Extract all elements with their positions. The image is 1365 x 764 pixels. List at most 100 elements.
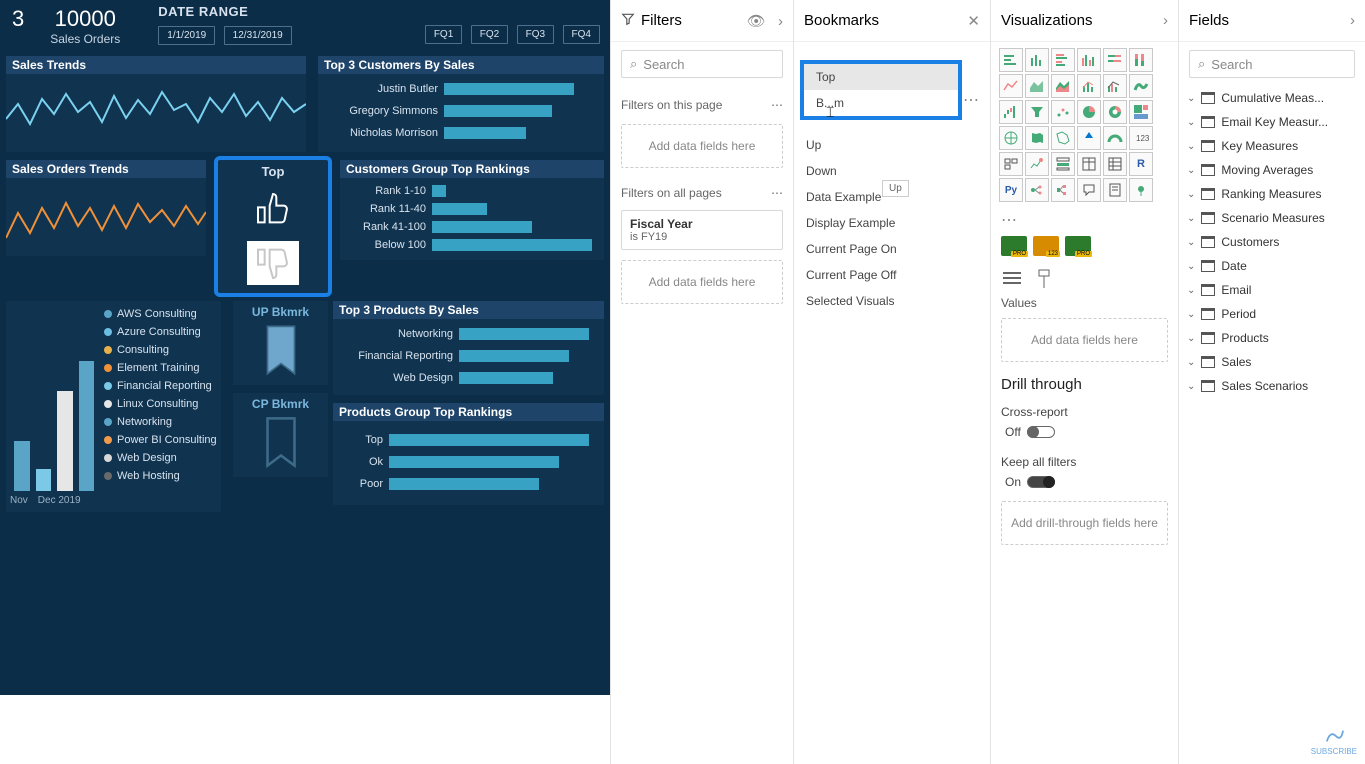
bookmark-popup-item-top[interactable]: Top ⌶: [804, 64, 958, 90]
bookmark-item-up[interactable]: Up: [794, 132, 990, 158]
chevron-right-icon[interactable]: ›: [1350, 12, 1355, 29]
fields-tool-icon[interactable]: [1001, 268, 1023, 290]
slicer-icon[interactable]: [1051, 152, 1075, 176]
cp-bookmark-button[interactable]: CP Bkmrk: [233, 393, 328, 477]
bookmark-item-current-page-off[interactable]: Current Page Off: [794, 262, 990, 288]
filters-page-well[interactable]: Add data fields here: [621, 124, 783, 168]
line-column-icon[interactable]: [1077, 74, 1101, 98]
top3-customers-chart[interactable]: Justin Butler Gregory Simmons Nicholas M…: [318, 74, 604, 144]
pie-icon[interactable]: [1077, 100, 1101, 124]
report-canvas[interactable]: 3 10000 Sales Orders DATE RANGE 1/1/2019…: [0, 0, 610, 695]
field-table-9[interactable]: ⌄Period: [1179, 302, 1365, 326]
field-table-3[interactable]: ⌄Moving Averages: [1179, 158, 1365, 182]
values-well[interactable]: Add data fields here: [1001, 318, 1168, 362]
decomposition-icon[interactable]: [1051, 178, 1075, 202]
area-chart-icon[interactable]: [1025, 74, 1049, 98]
cross-report-toggle[interactable]: Off: [991, 421, 1178, 447]
ribbon-chart-icon[interactable]: [1129, 74, 1153, 98]
field-table-1[interactable]: ⌄Email Key Measur...: [1179, 110, 1365, 134]
format-tool-icon[interactable]: [1033, 268, 1055, 290]
eye-icon[interactable]: 👁: [747, 13, 766, 30]
table-icon[interactable]: [1077, 152, 1101, 176]
azure-map-icon[interactable]: [1077, 126, 1101, 150]
hundred-bar-icon[interactable]: [1103, 48, 1127, 72]
map-icon[interactable]: [999, 126, 1023, 150]
donut-icon[interactable]: [1103, 100, 1127, 124]
more-visuals-icon[interactable]: ⋯: [991, 208, 1178, 232]
clustered-column-icon[interactable]: [1077, 48, 1101, 72]
arcgis-icon[interactable]: [1129, 178, 1153, 202]
close-icon[interactable]: ✕: [967, 12, 980, 30]
fields-search-input[interactable]: ⌕ Search: [1189, 50, 1355, 78]
waterfall-icon[interactable]: [999, 100, 1023, 124]
scatter-icon[interactable]: [1051, 100, 1075, 124]
bar-label: Web Design: [341, 372, 459, 384]
filled-map-icon[interactable]: [1025, 126, 1049, 150]
qa-visual-icon[interactable]: [1077, 178, 1101, 202]
fq2-chip[interactable]: FQ2: [471, 25, 508, 44]
more-icon[interactable]: ⋯: [963, 90, 980, 110]
more-icon[interactable]: ⋯: [771, 98, 783, 112]
bookmark-item-selected-visuals[interactable]: Selected Visuals: [794, 288, 990, 314]
bookmark-item-display-example[interactable]: Display Example: [794, 210, 990, 236]
prod-rank-chart[interactable]: Top Ok Poor: [333, 421, 604, 505]
stacked-column-chart[interactable]: Nov Dec 2019: [6, 301, 94, 506]
field-table-7[interactable]: ⌄Date: [1179, 254, 1365, 278]
top3-products-chart[interactable]: Networking Financial Reporting Web Desig…: [333, 319, 604, 395]
chevron-right-icon[interactable]: ›: [1163, 12, 1168, 29]
pro-visual-3-icon[interactable]: PRO: [1065, 236, 1091, 256]
more-icon[interactable]: ⋯: [771, 186, 783, 200]
key-influencers-icon[interactable]: [1025, 178, 1049, 202]
kpi-icon[interactable]: [1025, 152, 1049, 176]
hundred-column-icon[interactable]: [1129, 48, 1153, 72]
drill-through-well[interactable]: Add drill-through fields here: [1001, 501, 1168, 545]
up-bookmark-button[interactable]: UP Bkmrk: [233, 301, 328, 385]
sales-orders-trends-chart[interactable]: [6, 178, 206, 256]
date-start-chip[interactable]: 1/1/2019: [158, 26, 215, 45]
bar-label: Rank 41-100: [348, 221, 432, 233]
prod-rank-title: Products Group Top Rankings: [333, 403, 604, 421]
stacked-bar-icon[interactable]: [999, 48, 1023, 72]
stacked-column-icon[interactable]: [1025, 48, 1049, 72]
line-chart-icon[interactable]: [999, 74, 1023, 98]
pro-visual-2-icon[interactable]: 123: [1033, 236, 1059, 256]
date-end-chip[interactable]: 12/31/2019: [224, 26, 292, 45]
bookmark-item-current-page-on[interactable]: Current Page On: [794, 236, 990, 262]
line-clustered-icon[interactable]: [1103, 74, 1127, 98]
field-table-0[interactable]: ⌄Cumulative Meas...: [1179, 86, 1365, 110]
filter-card-fiscal-year[interactable]: Fiscal Year is FY19: [621, 210, 783, 250]
field-table-6[interactable]: ⌄Customers: [1179, 230, 1365, 254]
top-bookmark-button[interactable]: Top: [218, 160, 328, 293]
fq1-chip[interactable]: FQ1: [425, 25, 462, 44]
pro-visual-1-icon[interactable]: PRO: [1001, 236, 1027, 256]
paginated-icon[interactable]: [1103, 178, 1127, 202]
r-visual-icon[interactable]: R: [1129, 152, 1153, 176]
matrix-icon[interactable]: [1103, 152, 1127, 176]
shape-map-icon[interactable]: [1051, 126, 1075, 150]
clustered-bar-icon[interactable]: [1051, 48, 1075, 72]
chevron-down-icon: ⌄: [1187, 237, 1195, 248]
filters-search-input[interactable]: ⌕ Search: [621, 50, 783, 78]
gauge-icon[interactable]: [1103, 126, 1127, 150]
card-icon[interactable]: 123: [1129, 126, 1153, 150]
python-visual-icon[interactable]: Py: [999, 178, 1023, 202]
fq3-chip[interactable]: FQ3: [517, 25, 554, 44]
fq4-chip[interactable]: FQ4: [563, 25, 600, 44]
chevron-right-icon[interactable]: ›: [778, 13, 783, 30]
filters-all-well[interactable]: Add data fields here: [621, 260, 783, 304]
treemap-icon[interactable]: [1129, 100, 1153, 124]
sales-trends-chart[interactable]: [6, 74, 306, 152]
cust-rank-chart[interactable]: Rank 1-10 Rank 11-40 Rank 41-100 Below 1…: [340, 178, 604, 260]
field-table-11[interactable]: ⌄Sales: [1179, 350, 1365, 374]
field-table-12[interactable]: ⌄Sales Scenarios: [1179, 374, 1365, 398]
funnel-icon[interactable]: [1025, 100, 1049, 124]
field-table-4[interactable]: ⌄Ranking Measures: [1179, 182, 1365, 206]
field-table-10[interactable]: ⌄Products: [1179, 326, 1365, 350]
multi-card-icon[interactable]: [999, 152, 1023, 176]
keep-filters-toggle[interactable]: On: [991, 471, 1178, 497]
field-table-5[interactable]: ⌄Scenario Measures: [1179, 206, 1365, 230]
field-table-2[interactable]: ⌄Key Measures: [1179, 134, 1365, 158]
stacked-area-icon[interactable]: [1051, 74, 1075, 98]
bookmark-rename-popup[interactable]: Top ⌶ B...m ⋯: [800, 60, 962, 120]
field-table-8[interactable]: ⌄Email: [1179, 278, 1365, 302]
